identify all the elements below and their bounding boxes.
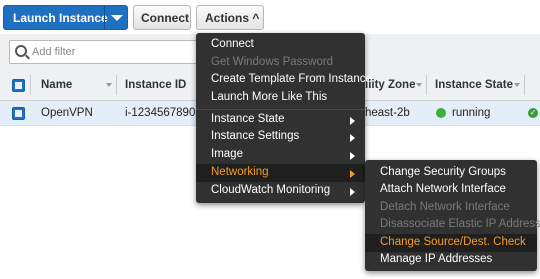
networking-submenu: Change Security Groups Attach Network In… [365, 160, 540, 271]
submenu-arrow-icon [350, 134, 355, 142]
menu-item-instance-state[interactable]: Instance State [196, 111, 365, 129]
menu-item-create-template[interactable]: Create Template From Instance [196, 71, 372, 89]
cell-instance-state: running [452, 107, 491, 119]
menu-item-instance-settings[interactable]: Instance Settings [196, 128, 365, 146]
column-separator [116, 75, 117, 95]
menu-item-change-source-dest-check[interactable]: Change Source/Dest. Check [365, 234, 537, 252]
menu-item-disassociate-elastic-ip: Disassociate Elastic IP Address [380, 218, 540, 230]
column-separator [30, 75, 31, 95]
menu-item-launch-more[interactable]: Launch More Like This [196, 89, 365, 107]
submenu-arrow-icon [350, 117, 355, 125]
launch-instance-label: Launch Instance [13, 11, 108, 25]
connect-label: Connect [141, 11, 189, 25]
menu-item-attach-network-interface[interactable]: Attach Network Interface [365, 181, 537, 199]
connect-button[interactable]: Connect [133, 5, 191, 30]
running-status-icon [436, 108, 446, 118]
menu-item-manage-ip-addresses[interactable]: Manage IP Addresses [365, 251, 537, 269]
filter-placeholder: Add filter [32, 46, 76, 58]
submenu-arrow-icon [350, 152, 355, 160]
actions-label: Actions ^ [205, 11, 260, 25]
launch-instance-button[interactable]: Launch Instance [3, 5, 128, 30]
split-divider [104, 6, 105, 29]
sort-name-icon[interactable] [106, 83, 112, 87]
menu-item-get-windows-password: Get Windows Password [211, 56, 334, 68]
select-all-checkbox[interactable] [12, 79, 25, 92]
search-icon [15, 45, 27, 57]
submenu-arrow-icon [350, 170, 355, 178]
header-name[interactable]: Name [41, 79, 72, 91]
menu-item-networking[interactable]: Networking [196, 164, 365, 182]
cell-instance-id: i-1234567890 [125, 107, 196, 119]
status-check-icon: ✓ [528, 108, 538, 118]
actions-button[interactable]: Actions ^ [196, 5, 264, 30]
column-separator [426, 75, 427, 95]
menu-item-cloudwatch-monitoring[interactable]: CloudWatch Monitoring [196, 182, 365, 200]
cell-name: OpenVPN [41, 107, 93, 119]
submenu-arrow-icon [350, 188, 355, 196]
row-checkbox[interactable] [12, 107, 25, 120]
menu-item-image[interactable]: Image [196, 146, 365, 164]
header-instance-id[interactable]: Instance ID [125, 79, 186, 91]
column-separator [524, 75, 525, 95]
actions-menu: Connect Get Windows Password Create Temp… [196, 33, 372, 203]
sort-zone-icon[interactable] [416, 83, 422, 87]
menu-item-connect[interactable]: Connect [196, 36, 365, 54]
menu-item-detach-network-interface: Detach Network Interface [380, 201, 510, 213]
menu-item-change-security-groups[interactable]: Change Security Groups [365, 164, 537, 182]
menu-separator [196, 109, 365, 110]
sort-state-icon[interactable] [514, 83, 520, 87]
header-instance-state[interactable]: Instance State [435, 79, 513, 91]
cell-availability-zone: heast-2b [365, 107, 410, 119]
header-availability-zone[interactable]: ility Zone [365, 79, 415, 91]
launch-dropdown-icon[interactable] [111, 15, 123, 21]
filter-input[interactable]: Add filter [9, 40, 199, 64]
